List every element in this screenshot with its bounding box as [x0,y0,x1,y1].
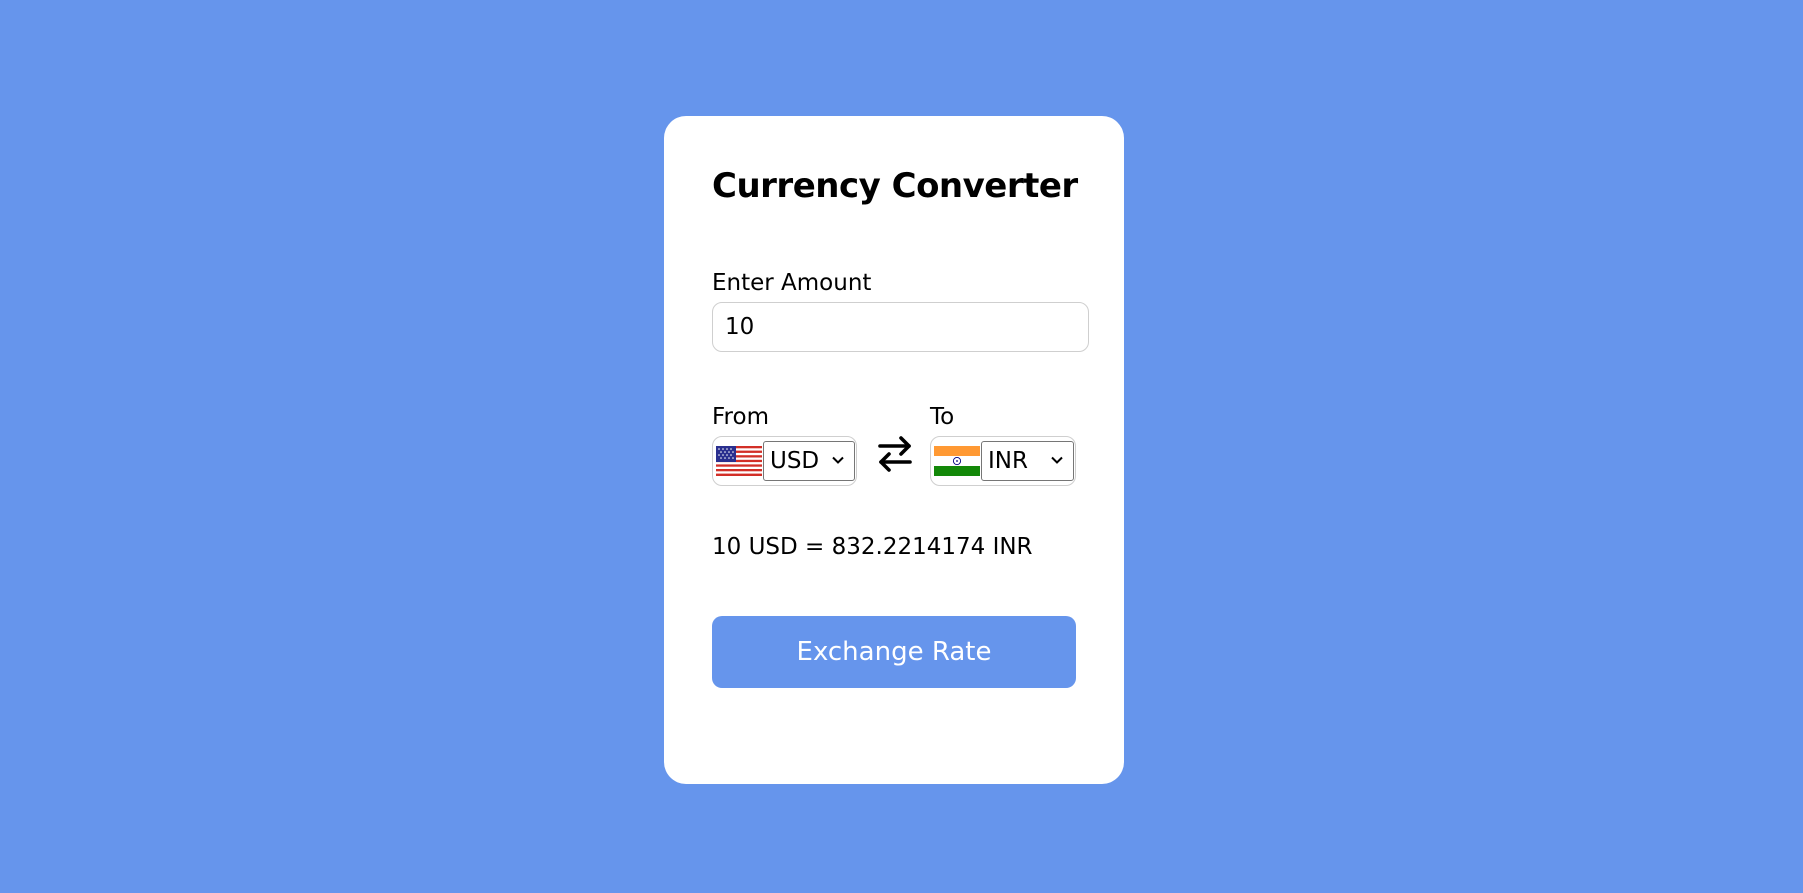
amount-label: Enter Amount [712,270,872,296]
chevron-down-icon [1051,456,1063,464]
amount-input[interactable] [712,302,1089,352]
to-currency-select[interactable]: INR [930,436,1076,486]
app-title: Currency Converter [712,166,1078,206]
chevron-down-icon [832,456,844,464]
from-label: From [712,404,769,430]
conversion-result: 10 USD = 832.2214174 INR [712,534,1033,560]
exchange-rate-button[interactable]: Exchange Rate [712,616,1076,688]
swap-arrows-icon[interactable] [876,434,914,474]
from-currency-select[interactable]: USD [712,436,857,486]
to-currency-dropdown[interactable]: INR [981,441,1074,481]
converter-card: Currency Converter Enter Amount From [664,116,1124,784]
from-currency-dropdown[interactable]: USD [763,441,855,481]
from-currency-value: USD [770,448,820,474]
to-currency-value: INR [988,448,1028,474]
india-flag-icon [934,446,980,476]
us-flag-icon [716,446,762,476]
to-label: To [930,404,955,430]
